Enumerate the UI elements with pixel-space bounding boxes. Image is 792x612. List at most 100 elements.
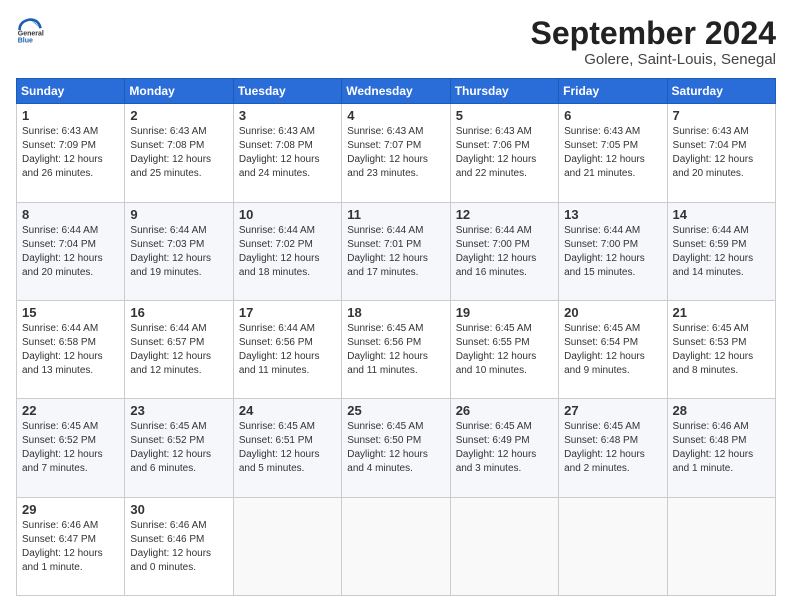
day-info: Sunrise: 6:45 AMSunset: 6:49 PMDaylight:… [456, 420, 553, 476]
day-number: 25 [347, 403, 444, 418]
week-row-5: 29 Sunrise: 6:46 AMSunset: 6:47 PMDayligh… [17, 497, 776, 595]
table-row [559, 497, 667, 595]
day-number: 29 [22, 502, 119, 517]
day-number: 13 [564, 207, 661, 222]
table-row: 18Sunrise: 6:45 AMSunset: 6:56 PMDayligh… [342, 300, 450, 398]
day-number: 4 [347, 108, 444, 123]
table-row: 8 Sunrise: 6:44 AMSunset: 7:04 PMDaylight… [17, 202, 125, 300]
table-row: 24Sunrise: 6:45 AMSunset: 6:51 PMDayligh… [233, 399, 341, 497]
page: General Blue September 2024 Golere, Sain… [0, 0, 792, 612]
header-wednesday: Wednesday [342, 79, 450, 104]
day-info: Sunrise: 6:44 AMSunset: 7:00 PMDaylight:… [564, 224, 661, 280]
day-info: Sunrise: 6:43 AMSunset: 7:06 PMDaylight:… [456, 125, 553, 181]
day-info: Sunrise: 6:45 AMSunset: 6:53 PMDaylight:… [673, 322, 770, 378]
subtitle: Golere, Saint-Louis, Senegal [531, 51, 776, 68]
table-row: 2 Sunrise: 6:43 AMSunset: 7:08 PMDaylight… [125, 104, 233, 202]
day-number: 2 [130, 108, 227, 123]
day-info: Sunrise: 6:46 AMSunset: 6:47 PMDaylight:… [22, 519, 119, 575]
svg-text:General: General [18, 30, 44, 37]
svg-text:Blue: Blue [18, 37, 33, 44]
day-info: Sunrise: 6:43 AMSunset: 7:05 PMDaylight:… [564, 125, 661, 181]
table-row [450, 497, 558, 595]
day-number: 21 [673, 305, 770, 320]
day-info: Sunrise: 6:44 AMSunset: 6:56 PMDaylight:… [239, 322, 336, 378]
table-row: 23 Sunrise: 6:45 AMSunset: 6:52 PMDayligh… [125, 399, 233, 497]
day-number: 1 [22, 108, 119, 123]
day-number: 26 [456, 403, 553, 418]
table-row: 19Sunrise: 6:45 AMSunset: 6:55 PMDayligh… [450, 300, 558, 398]
week-row-3: 15 Sunrise: 6:44 AMSunset: 6:58 PMDayligh… [17, 300, 776, 398]
day-info: Sunrise: 6:43 AMSunset: 7:07 PMDaylight:… [347, 125, 444, 181]
table-row: 5Sunrise: 6:43 AMSunset: 7:06 PMDaylight… [450, 104, 558, 202]
day-info: Sunrise: 6:45 AMSunset: 6:54 PMDaylight:… [564, 322, 661, 378]
table-row [667, 497, 775, 595]
day-info: Sunrise: 6:44 AMSunset: 7:04 PMDaylight:… [22, 224, 119, 280]
day-info: Sunrise: 6:43 AMSunset: 7:04 PMDaylight:… [673, 125, 770, 181]
day-number: 8 [22, 207, 119, 222]
header-monday: Monday [125, 79, 233, 104]
day-number: 16 [130, 305, 227, 320]
day-number: 18 [347, 305, 444, 320]
day-info: Sunrise: 6:43 AMSunset: 7:08 PMDaylight:… [239, 125, 336, 181]
day-info: Sunrise: 6:44 AMSunset: 7:03 PMDaylight:… [130, 224, 227, 280]
day-number: 11 [347, 207, 444, 222]
day-info: Sunrise: 6:45 AMSunset: 6:50 PMDaylight:… [347, 420, 444, 476]
table-row: 22 Sunrise: 6:45 AMSunset: 6:52 PMDayligh… [17, 399, 125, 497]
table-row: 1Sunrise: 6:43 AMSunset: 7:09 PMDaylight… [17, 104, 125, 202]
week-row-1: 1Sunrise: 6:43 AMSunset: 7:09 PMDaylight… [17, 104, 776, 202]
logo-icon: General Blue [16, 16, 44, 44]
main-title: September 2024 [531, 16, 776, 51]
table-row: 11 Sunrise: 6:44 AMSunset: 7:01 PMDayligh… [342, 202, 450, 300]
day-info: Sunrise: 6:45 AMSunset: 6:52 PMDaylight:… [130, 420, 227, 476]
table-row: 15 Sunrise: 6:44 AMSunset: 6:58 PMDayligh… [17, 300, 125, 398]
table-row: 25 Sunrise: 6:45 AMSunset: 6:50 PMDayligh… [342, 399, 450, 497]
day-info: Sunrise: 6:44 AMSunset: 7:02 PMDaylight:… [239, 224, 336, 280]
table-row: 30 Sunrise: 6:46 AMSunset: 6:46 PMDayligh… [125, 497, 233, 595]
header-thursday: Thursday [450, 79, 558, 104]
day-info: Sunrise: 6:45 AMSunset: 6:48 PMDaylight:… [564, 420, 661, 476]
table-row: 7 Sunrise: 6:43 AMSunset: 7:04 PMDaylight… [667, 104, 775, 202]
table-row: 21 Sunrise: 6:45 AMSunset: 6:53 PMDayligh… [667, 300, 775, 398]
day-number: 23 [130, 403, 227, 418]
day-info: Sunrise: 6:46 AMSunset: 6:48 PMDaylight:… [673, 420, 770, 476]
logo: General Blue [16, 16, 44, 44]
table-row: 27 Sunrise: 6:45 AMSunset: 6:48 PMDayligh… [559, 399, 667, 497]
day-info: Sunrise: 6:44 AMSunset: 7:01 PMDaylight:… [347, 224, 444, 280]
day-number: 30 [130, 502, 227, 517]
header-tuesday: Tuesday [233, 79, 341, 104]
table-row: 29 Sunrise: 6:46 AMSunset: 6:47 PMDayligh… [17, 497, 125, 595]
table-row: 12 Sunrise: 6:44 AMSunset: 7:00 PMDayligh… [450, 202, 558, 300]
table-row: 17Sunrise: 6:44 AMSunset: 6:56 PMDayligh… [233, 300, 341, 398]
day-number: 15 [22, 305, 119, 320]
day-info: Sunrise: 6:45 AMSunset: 6:52 PMDaylight:… [22, 420, 119, 476]
day-number: 12 [456, 207, 553, 222]
table-row: 3 Sunrise: 6:43 AMSunset: 7:08 PMDaylight… [233, 104, 341, 202]
day-number: 6 [564, 108, 661, 123]
day-number: 20 [564, 305, 661, 320]
week-row-4: 22 Sunrise: 6:45 AMSunset: 6:52 PMDayligh… [17, 399, 776, 497]
day-info: Sunrise: 6:44 AMSunset: 6:59 PMDaylight:… [673, 224, 770, 280]
calendar-table: Sunday Monday Tuesday Wednesday Thursday… [16, 78, 776, 596]
day-info: Sunrise: 6:45 AMSunset: 6:51 PMDaylight:… [239, 420, 336, 476]
table-row: 6 Sunrise: 6:43 AMSunset: 7:05 PMDaylight… [559, 104, 667, 202]
table-row: 20 Sunrise: 6:45 AMSunset: 6:54 PMDayligh… [559, 300, 667, 398]
table-row [342, 497, 450, 595]
day-info: Sunrise: 6:44 AMSunset: 7:00 PMDaylight:… [456, 224, 553, 280]
header-saturday: Saturday [667, 79, 775, 104]
title-block: September 2024 Golere, Saint-Louis, Sene… [531, 16, 776, 68]
table-row: 16 Sunrise: 6:44 AMSunset: 6:57 PMDayligh… [125, 300, 233, 398]
table-row: 4 Sunrise: 6:43 AMSunset: 7:07 PMDaylight… [342, 104, 450, 202]
header-friday: Friday [559, 79, 667, 104]
day-number: 7 [673, 108, 770, 123]
day-info: Sunrise: 6:43 AMSunset: 7:08 PMDaylight:… [130, 125, 227, 181]
day-number: 3 [239, 108, 336, 123]
header: General Blue September 2024 Golere, Sain… [16, 16, 776, 68]
day-info: Sunrise: 6:46 AMSunset: 6:46 PMDaylight:… [130, 519, 227, 575]
day-info: Sunrise: 6:44 AMSunset: 6:58 PMDaylight:… [22, 322, 119, 378]
day-number: 22 [22, 403, 119, 418]
table-row: 14 Sunrise: 6:44 AMSunset: 6:59 PMDayligh… [667, 202, 775, 300]
day-number: 14 [673, 207, 770, 222]
day-number: 19 [456, 305, 553, 320]
day-info: Sunrise: 6:44 AMSunset: 6:57 PMDaylight:… [130, 322, 227, 378]
day-number: 27 [564, 403, 661, 418]
